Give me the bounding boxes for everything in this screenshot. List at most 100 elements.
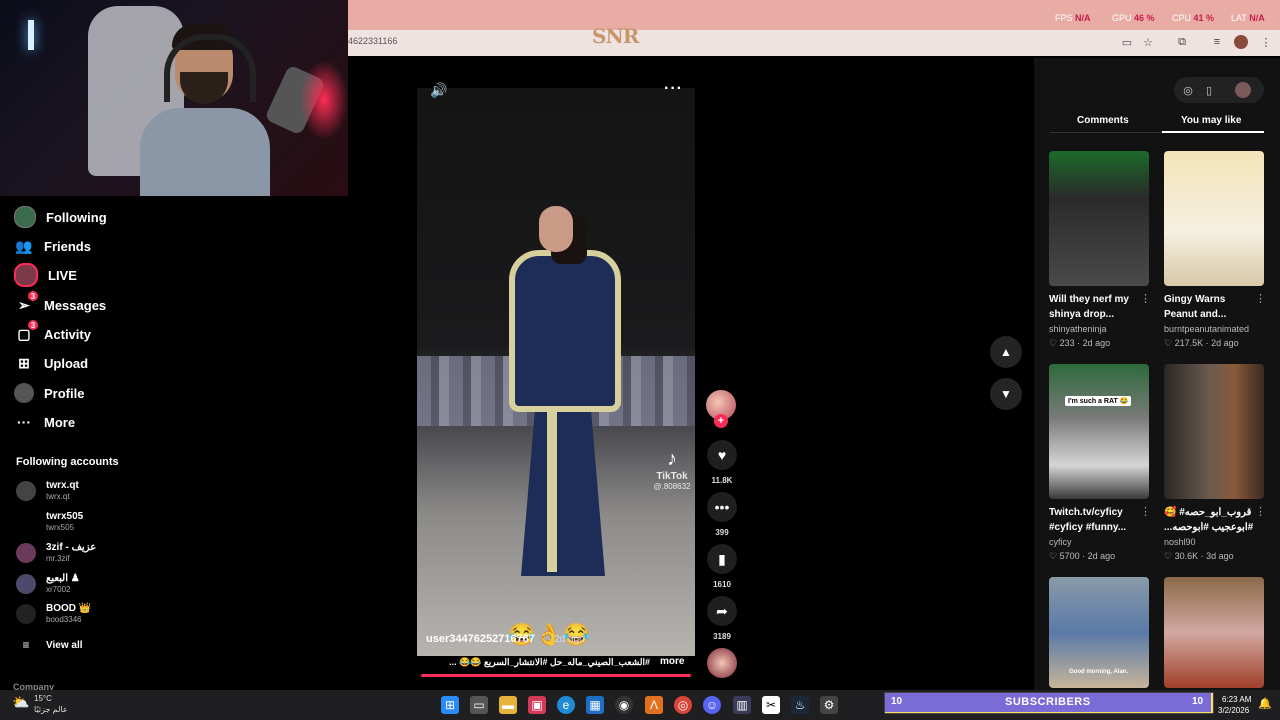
account-item[interactable]: 3zif - عزيف mr.3zif — [16, 542, 96, 564]
video-thumbnail[interactable] — [1164, 151, 1264, 286]
share-count: 3189 — [713, 632, 731, 641]
video-meta: ♡ 217.5K · 2d ago — [1164, 338, 1239, 348]
compass-icon[interactable]: ◎ — [1180, 82, 1196, 98]
watermark-brand: TikTok — [656, 471, 688, 482]
profile-avatar-icon[interactable] — [1234, 35, 1248, 49]
task-view-icon[interactable]: ▭ — [470, 696, 488, 714]
account-item[interactable]: BOOD 👑 bood3346 — [16, 603, 91, 625]
obs-icon[interactable]: ◉ — [615, 696, 633, 714]
tab-you-may-like[interactable]: You may like — [1181, 115, 1241, 126]
view-all-button[interactable]: ≡ View all — [16, 638, 83, 652]
video-thumbnail[interactable]: Good morning, Alan. — [1049, 577, 1149, 688]
nav-activity[interactable]: ▢ 3 Activity — [14, 320, 91, 346]
app-icon[interactable]: ▣ — [528, 696, 546, 714]
video-progress-bar[interactable] — [421, 674, 691, 677]
video-username[interactable]: user34476252716767 — [426, 633, 535, 645]
browser-menu-icon[interactable]: ⋮ — [1259, 35, 1273, 49]
activity-icon: ▢ 3 — [14, 320, 38, 344]
bookmark-star-icon[interactable]: ☆ — [1141, 35, 1155, 49]
share-button[interactable]: ➦ 3189 — [706, 596, 738, 641]
store-icon[interactable]: ▦ — [586, 696, 604, 714]
video-menu-icon[interactable]: ⋮ — [1140, 505, 1151, 518]
video-author[interactable]: burntpeanutanimated — [1164, 324, 1249, 334]
list-icon: ≡ — [22, 638, 30, 652]
video-menu-icon[interactable]: ⋮ — [1255, 505, 1266, 518]
nav-more[interactable]: ··· More — [14, 410, 75, 434]
account-item[interactable]: twrx505 twrx505 — [16, 511, 83, 533]
nav-label: Messages — [44, 297, 107, 313]
share-arrow-icon: ➦ — [707, 596, 737, 626]
account-handle: twrx505 — [46, 523, 75, 532]
like-button[interactable]: ♥ 11.8K — [706, 440, 738, 485]
weather-icon[interactable]: ⛅ — [12, 694, 29, 711]
follow-plus-icon[interactable]: + — [714, 414, 728, 428]
settings-gear-icon[interactable]: ⚙ — [820, 696, 838, 714]
chrome-icon[interactable]: ◎ — [674, 696, 692, 714]
account-name: البعبع ♟ — [46, 573, 80, 584]
avatar — [16, 512, 36, 532]
video-menu-icon[interactable]: ⋮ — [1140, 292, 1151, 305]
phone-icon[interactable]: ▯ — [1201, 82, 1217, 98]
video-title[interactable]: Twitch.tv/cyficy #cyficy #funny... — [1049, 505, 1139, 535]
subscriber-goal-label: SUBSCRIBERS — [1005, 696, 1091, 708]
video-thumbnail[interactable] — [1049, 151, 1149, 286]
video-thumbnail[interactable] — [1164, 364, 1264, 499]
app-icon[interactable]: Λ — [645, 696, 663, 714]
nav-live[interactable]: LIVE — [14, 263, 77, 287]
video-title[interactable]: قروب_ابو_حصه# 🥰 #ابوعجيب #ابوحصه... — [1164, 505, 1254, 535]
steam-icon[interactable]: ♨ — [791, 696, 809, 714]
watermark-id: @.808632 — [653, 482, 691, 491]
video-author[interactable]: cyficy — [1049, 537, 1072, 547]
video-thumbnail[interactable] — [1164, 577, 1264, 688]
media-icon[interactable]: ≡ — [1210, 35, 1224, 49]
video-menu-icon[interactable]: ⋮ — [1255, 292, 1266, 305]
tab-comments[interactable]: Comments — [1077, 115, 1129, 126]
video-thumbnail[interactable]: I'm such a RAT 😂 — [1049, 364, 1149, 499]
thumbnail-caption: Good morning, Alan. — [1069, 669, 1129, 675]
nav-messages[interactable]: ➢ 3 Messages — [14, 291, 107, 317]
save-button[interactable]: ▮ 1610 — [706, 544, 738, 589]
install-icon[interactable]: ▭ — [1120, 35, 1134, 49]
avatar — [16, 604, 36, 624]
account-item[interactable]: البعبع ♟ xr7002 — [16, 573, 80, 595]
nav-label: Upload — [44, 355, 89, 371]
nav-upload[interactable]: ⊞ Upload — [14, 351, 88, 375]
clock-time[interactable]: 6:23 AM — [1222, 695, 1251, 704]
chevron-down-icon: ▼ — [1000, 387, 1012, 401]
extensions-icon[interactable]: ⧉ — [1175, 35, 1189, 49]
nav-friends[interactable]: 👥 Friends — [14, 234, 91, 258]
video-author[interactable]: noshl90 — [1164, 537, 1196, 547]
video-more-icon[interactable]: ··· — [664, 80, 683, 98]
nav-following[interactable]: Following — [14, 205, 107, 229]
weather-temperature: 15°C — [34, 694, 52, 703]
capcut-icon[interactable]: ✂ — [762, 696, 780, 714]
comment-button[interactable]: ••• 399 — [706, 492, 738, 537]
user-avatar-icon[interactable] — [1235, 82, 1251, 98]
account-item[interactable]: twrx.qt twrx.qt — [16, 480, 79, 502]
app-icon[interactable]: ▥ — [733, 696, 751, 714]
music-disc-icon[interactable] — [707, 648, 737, 678]
view-all-label: View all — [46, 639, 83, 651]
video-caption: #الشعب_الصيني_ماله_حل #الانتشار_السريع 😂… — [449, 657, 650, 667]
video-title[interactable]: Will they nerf my shinya drop... — [1049, 292, 1139, 322]
video-player[interactable] — [417, 88, 695, 656]
nav-label: Profile — [44, 385, 85, 401]
account-handle: mr.3zif — [46, 554, 70, 563]
nav-profile[interactable]: Profile — [14, 381, 84, 405]
avatar — [16, 574, 36, 594]
video-author[interactable]: shinyatheninja — [1049, 324, 1107, 334]
notification-icon[interactable]: 🔔 — [1258, 697, 1272, 710]
next-video-button[interactable]: ▼ — [990, 378, 1022, 410]
previous-video-button[interactable]: ▲ — [990, 336, 1022, 368]
edge-browser-icon[interactable]: e — [557, 696, 575, 714]
video-title[interactable]: Gingy Warns Peanut and... — [1164, 292, 1254, 322]
caption-more-button[interactable]: more — [660, 656, 684, 667]
more-icon: ··· — [17, 414, 31, 430]
file-explorer-icon[interactable]: ▬ — [499, 696, 517, 714]
clock-date[interactable]: 3/2/2026 — [1218, 706, 1249, 715]
cpu-stat: CPU 41 % — [1172, 13, 1215, 23]
discord-icon[interactable]: ☺ — [703, 696, 721, 714]
volume-icon[interactable]: 🔊 — [430, 82, 447, 99]
friends-icon: 👥 — [15, 237, 33, 254]
windows-start-icon[interactable]: ⊞ — [441, 696, 459, 714]
